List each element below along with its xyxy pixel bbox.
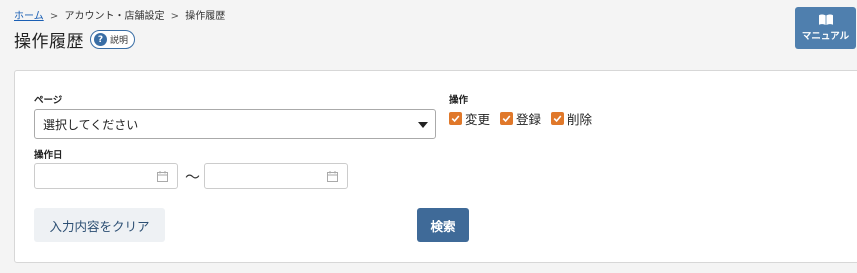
help-label: 説明 [110, 36, 129, 46]
checkbox-checked-icon[interactable] [551, 112, 565, 125]
help-icon: ? [94, 33, 107, 46]
checkbox-checked-icon[interactable] [449, 112, 462, 125]
help-button[interactable]: ? 説明 [90, 30, 136, 49]
breadcrumb-separator: > [170, 11, 180, 22]
chevron-down-icon [418, 122, 428, 128]
checkbox-checked-icon[interactable] [500, 112, 514, 125]
breadcrumb-home-link[interactable]: ホーム [14, 11, 44, 22]
page-title: 操作履歴 [14, 32, 84, 52]
date-label: 操作日 [34, 150, 63, 161]
operation-register-label: 登録 [516, 112, 542, 127]
operation-change-label: 変更 [465, 112, 491, 127]
breadcrumb-separator: > [49, 11, 59, 22]
operation-delete-label: 削除 [567, 112, 593, 127]
search-button[interactable]: 検索 [417, 208, 469, 242]
breadcrumb-section: アカウント・店舗設定 [64, 11, 165, 22]
date-range-separator: 〜 [185, 168, 201, 186]
breadcrumb: ホーム > アカウント・店舗設定 > 操作履歴 [14, 7, 225, 22]
page-select-value: 選択してください [43, 117, 139, 132]
search-panel: ページ 選択してください 操作 変更 登録 削除 操作日 〜 入力内容をクリア … [14, 70, 857, 263]
title-row: 操作履歴 ? 説明 [14, 27, 136, 52]
breadcrumb-current: 操作履歴 [185, 11, 226, 22]
operation-checkbox-register[interactable]: 登録 [500, 109, 541, 128]
clear-button[interactable]: 入力内容をクリア [34, 208, 165, 242]
operation-checkbox-delete[interactable]: 削除 [551, 109, 592, 128]
operation-label: 操作 [449, 95, 469, 106]
operation-checkbox-group: 変更 登録 削除 [449, 109, 592, 128]
date-to-input[interactable] [204, 163, 348, 189]
page-label: ページ [34, 95, 63, 106]
date-from-input[interactable] [34, 163, 178, 189]
operation-checkbox-change[interactable]: 変更 [449, 109, 490, 128]
manual-label: マニュアル [801, 31, 850, 42]
book-icon [818, 14, 833, 25]
page-select[interactable]: 選択してください [34, 109, 436, 139]
calendar-icon [157, 171, 168, 182]
calendar-icon [327, 171, 338, 182]
manual-button[interactable]: マニュアル [795, 7, 856, 49]
